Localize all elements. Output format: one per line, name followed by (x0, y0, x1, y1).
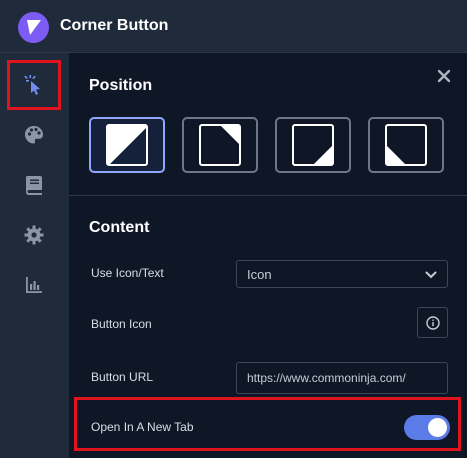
info-icon (425, 315, 440, 330)
book-icon (26, 176, 42, 195)
sidebar-item-settings[interactable] (7, 210, 61, 260)
corner-top-right-icon (199, 124, 241, 166)
section-divider (69, 195, 467, 196)
position-option-top-left[interactable] (89, 117, 165, 173)
position-title: Position (89, 77, 153, 94)
close-button[interactable] (437, 69, 451, 83)
bar-chart-icon (26, 277, 42, 293)
content-title: Content (89, 219, 150, 236)
close-icon (437, 69, 451, 83)
corner-bottom-left-icon (385, 124, 427, 166)
sidebar (0, 53, 69, 458)
toggle-knob (428, 418, 447, 437)
use-icon-text-label: Use Icon/Text (91, 266, 164, 280)
palette-icon (25, 126, 43, 144)
logo-icon (27, 20, 41, 35)
use-icon-text-value: Icon (247, 267, 272, 282)
position-option-top-right[interactable] (182, 117, 258, 173)
sidebar-item-analytics[interactable] (7, 260, 61, 310)
gear-icon (24, 225, 44, 245)
top-bar: Corner Button (0, 0, 467, 53)
app-title: Corner Button (60, 17, 169, 34)
sidebar-item-palette[interactable] (7, 110, 61, 160)
button-url-input[interactable]: https://www.commoninja.com/ (236, 362, 448, 394)
cursor-click-icon (24, 75, 40, 95)
corner-top-left-icon (106, 124, 148, 166)
position-option-bottom-right[interactable] (275, 117, 351, 173)
chevron-down-icon (425, 271, 437, 279)
button-url-label: Button URL (91, 370, 154, 384)
corner-bottom-right-icon (292, 124, 334, 166)
open-new-tab-toggle[interactable] (404, 415, 450, 440)
position-option-bottom-left[interactable] (368, 117, 444, 173)
button-icon-picker[interactable] (417, 307, 448, 338)
use-icon-text-select[interactable]: Icon (236, 260, 448, 288)
sidebar-item-book[interactable] (7, 160, 61, 210)
open-new-tab-label: Open In A New Tab (91, 420, 194, 434)
app-logo (18, 12, 49, 43)
sidebar-item-cursor[interactable] (7, 60, 61, 110)
button-icon-label: Button Icon (91, 317, 152, 331)
settings-panel: Position Content Use Icon/Text Icon Butt… (69, 53, 467, 458)
